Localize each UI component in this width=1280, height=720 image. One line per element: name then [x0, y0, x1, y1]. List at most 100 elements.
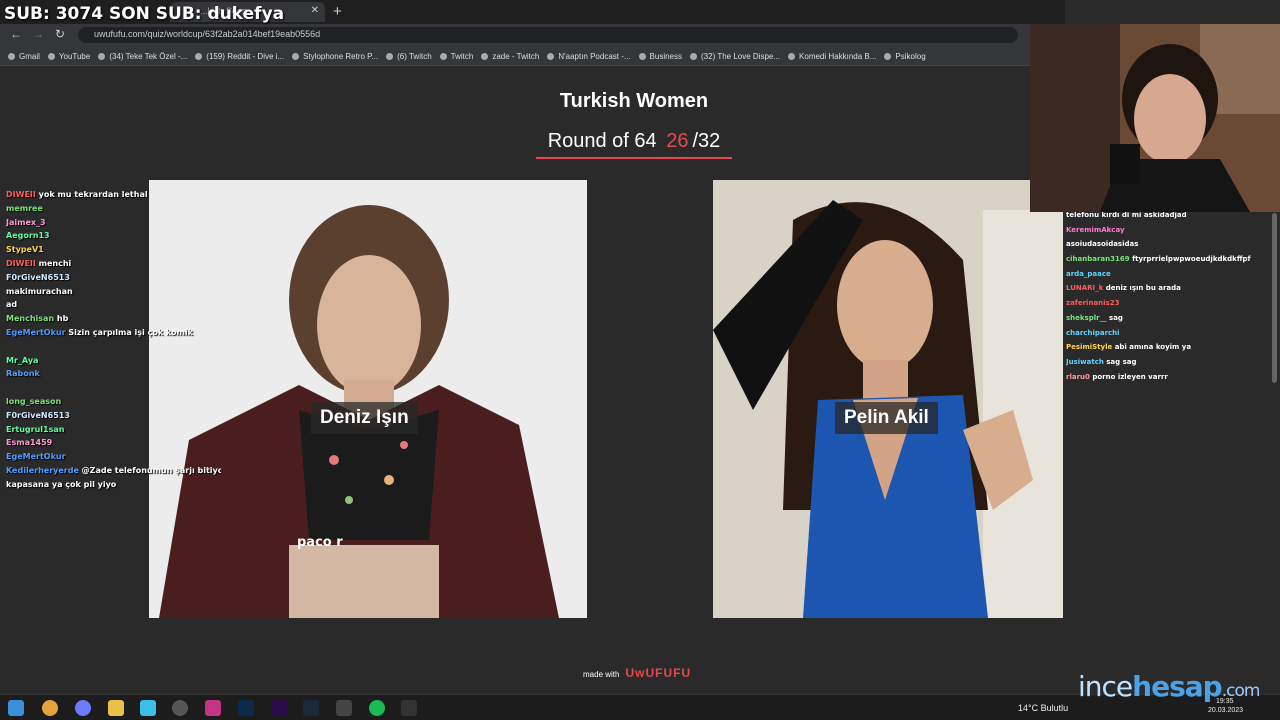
bookmark-item[interactable]: zade - Twitch — [481, 52, 539, 61]
reload-icon[interactable]: ↻ — [55, 27, 65, 41]
ccleaner-icon[interactable] — [140, 700, 156, 716]
round-underline — [536, 157, 732, 159]
app-icon[interactable] — [336, 700, 352, 716]
chat-username[interactable]: KeremimAkcay — [1066, 226, 1125, 234]
candidate-right-name: Pelin Akil — [835, 402, 938, 434]
photoshop-icon[interactable] — [238, 700, 254, 716]
chat-message: StypeV1 — [6, 245, 221, 259]
chat-message: memree — [6, 204, 221, 218]
bookmark-item[interactable]: Business — [638, 52, 683, 61]
forward-icon[interactable]: → — [32, 27, 44, 41]
bookmark-icon — [47, 53, 55, 60]
chat-username[interactable]: Ertugrul1san — [6, 425, 64, 434]
bookmark-icon — [8, 53, 15, 60]
chat-username[interactable]: StypeV1 — [6, 245, 44, 254]
candidate-right-card[interactable]: Pelin Akil — [713, 180, 1063, 618]
chat-username[interactable]: memree — [6, 204, 43, 213]
chat-username[interactable]: Mr_Aya — [6, 356, 38, 365]
chat-username[interactable]: LUNARI_k — [1066, 284, 1103, 292]
bookmark-icon — [788, 53, 796, 60]
chat-message: kapasana ya çok pil yiyo — [6, 480, 221, 494]
bookmark-item[interactable]: (34) Teke Tek Özel -... — [98, 52, 187, 61]
premiere-icon[interactable] — [271, 700, 287, 716]
chat-username[interactable]: makimurachan — [6, 287, 73, 296]
bookmark-item[interactable]: (159) Reddit - Dive i... — [195, 52, 284, 61]
weather-text[interactable]: 14°C Bulutlu — [1018, 703, 1068, 713]
chat-username[interactable]: Jaimex_3 — [6, 218, 46, 227]
chat-message: KeremimAkcay — [1066, 226, 1278, 241]
chat-username[interactable]: Menchisan — [6, 314, 54, 323]
chat-text: abi amına koyim ya — [1114, 343, 1192, 352]
chat-username[interactable]: charchiparchi — [1066, 329, 1120, 337]
chat-username[interactable]: EgeMertOkur — [6, 452, 66, 461]
bookmark-item[interactable]: Gmail — [8, 52, 40, 61]
chat-text: sag sag — [1106, 357, 1137, 366]
candidate-left-name: Deniz Işın — [311, 402, 418, 434]
terminal-icon[interactable] — [401, 700, 417, 716]
chat-username[interactable]: Kedilerheryerde — [6, 466, 79, 475]
bookmark-item[interactable]: Psikolog — [884, 52, 926, 61]
spotify-icon[interactable] — [369, 700, 385, 716]
chat-username[interactable]: sheksplr__ — [1066, 314, 1107, 322]
made-with-footer[interactable]: made with UwUFUFU — [583, 666, 691, 680]
chat-username[interactable]: cihanbaran3169 — [1066, 255, 1130, 263]
chat-message: long_season — [6, 397, 221, 411]
url-input[interactable]: uwufufu.com/quiz/worldcup/63f2ab2a014bef… — [78, 27, 1018, 43]
new-tab-icon[interactable]: + — [333, 3, 342, 20]
chat-username[interactable]: rlaru0 — [1066, 373, 1090, 381]
chat-message: Mr_Aya — [6, 356, 221, 370]
chat-username[interactable]: EgeMertOkur — [6, 328, 66, 337]
bookmark-icon — [292, 53, 300, 60]
obs-icon[interactable] — [172, 700, 188, 716]
bookmark-item[interactable]: Twitch — [439, 52, 473, 61]
bookmark-item[interactable]: Stylophone Retro P... — [292, 52, 378, 61]
clock-date[interactable]: 20.03.2023 — [1208, 707, 1243, 714]
chat-message: rlaru0 porno izleyen varrr — [1066, 373, 1278, 388]
chat-username[interactable]: Aegorn13 — [6, 231, 50, 240]
bookmark-icon — [690, 53, 698, 60]
chat-text: ad — [6, 300, 18, 310]
steam-icon[interactable] — [303, 700, 319, 716]
folder-icon[interactable] — [108, 700, 124, 716]
chat-username[interactable]: Rabonk — [6, 369, 40, 378]
bookmark-icon — [547, 53, 555, 60]
chat-message: makimurachan — [6, 287, 221, 301]
bookmark-item[interactable]: (6) Twitch — [386, 52, 432, 61]
bookmark-item[interactable]: (32) The Love Dispe... — [690, 52, 780, 61]
bookmark-item[interactable]: Komedi Hakkında B... — [788, 52, 876, 61]
chat-text: hb — [56, 314, 69, 324]
windows-start-icon[interactable] — [8, 700, 24, 716]
bookmark-item[interactable]: YouTube — [47, 52, 90, 61]
discord-icon[interactable] — [75, 700, 91, 716]
back-icon[interactable]: ← — [10, 27, 22, 41]
chat-username[interactable]: zaferinanis23 — [1066, 299, 1119, 307]
chat-text: kapasana ya çok pil yiyo — [6, 479, 117, 489]
bookmark-label: Stylophone Retro P... — [303, 52, 379, 61]
chat-username[interactable]: F0rGiveN6513 — [6, 273, 70, 282]
chat-text: porno izleyen varrr — [1092, 372, 1168, 381]
chat-username[interactable]: PesimiStyle — [1066, 343, 1112, 351]
chrome-icon[interactable] — [42, 700, 58, 716]
bookmark-icon — [884, 53, 892, 60]
chat-username[interactable]: DIWEII — [6, 259, 36, 268]
watermark-tld: .com — [1221, 681, 1261, 701]
bookmark-label: Business — [649, 52, 683, 61]
chat-username[interactable]: long_season — [6, 397, 61, 406]
chat-username[interactable]: arda_paace — [1066, 270, 1111, 278]
address-bar: ← → ↻ uwufufu.com/quiz/worldcup/63f2ab2a… — [0, 24, 1030, 46]
chat-message: DIWEII yok mu tekrardan lethal — [6, 190, 221, 204]
chat-message — [6, 342, 221, 356]
chat-username[interactable]: DIWEII — [6, 190, 36, 199]
chat-text: deniz ışın bu arada — [1105, 284, 1181, 293]
chat-username[interactable]: F0rGiveN6513 — [6, 411, 70, 420]
chat-username[interactable]: Jusiwatch — [1066, 358, 1104, 366]
watermark-logo: incehesap.com — [1078, 670, 1261, 703]
chat-username[interactable]: Esma1459 — [6, 438, 52, 447]
close-icon[interactable]: ✕ — [311, 5, 319, 16]
brand-logo: UwUFUFU — [625, 666, 692, 680]
chat-text: @Zade telefonumun şarjı bitiyoda abi yay… — [81, 465, 221, 475]
chat-message: EgeMertOkur Sizin çarpılma işi çok komik — [6, 328, 221, 342]
page-scrollbar[interactable] — [1272, 213, 1277, 383]
instagram-icon[interactable] — [205, 700, 221, 716]
bookmark-item[interactable]: N'aaptın Podcast -... — [547, 52, 631, 61]
